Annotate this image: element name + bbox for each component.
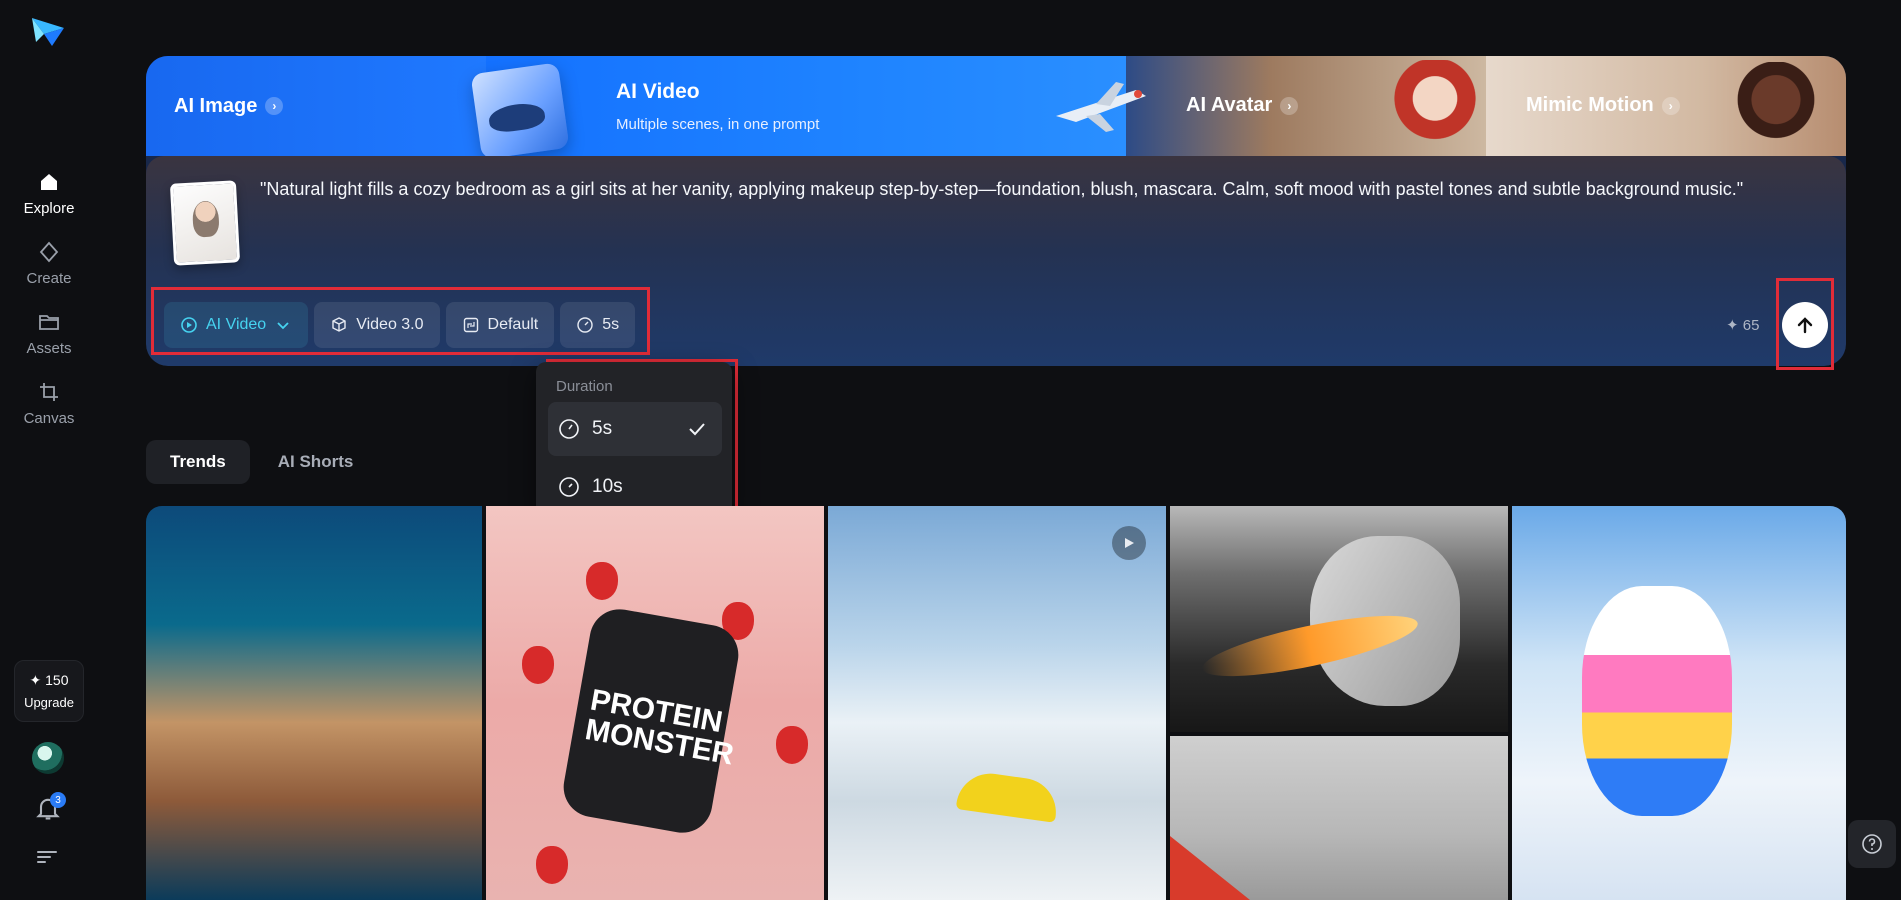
prompt-panel: "Natural light fills a cozy bedroom as a…	[146, 156, 1846, 366]
tab-trends[interactable]: Trends	[146, 440, 250, 484]
duration-dropdown-header: Duration	[556, 378, 613, 395]
mimic-motion-illustration	[1736, 62, 1816, 156]
mode-select[interactable]: AI Video	[164, 302, 309, 348]
duration-select[interactable]: 5s	[560, 302, 636, 348]
home-icon	[41, 173, 57, 190]
tab-ai-video-label: AI Video	[616, 80, 700, 103]
video-mode-icon	[181, 317, 197, 333]
clock-icon	[559, 477, 579, 497]
gallery-tile-paraglider[interactable]	[828, 506, 1166, 900]
sidebar-item-explore[interactable]: Explore	[0, 158, 98, 228]
ratio-select[interactable]: Default	[445, 302, 555, 348]
reference-image-thumbnail[interactable]	[169, 180, 241, 266]
gallery-tile-dancer[interactable]	[1170, 736, 1508, 900]
tab-ai-image[interactable]: AI Image ›	[146, 56, 486, 156]
notification-badge: 3	[50, 792, 66, 808]
upgrade-button[interactable]: ✦ 150 Upgrade	[14, 660, 84, 722]
airplane-illustration	[1056, 82, 1146, 132]
ratio-select-label: Default	[487, 316, 539, 333]
feature-tabs: AI Image › AI Video Multiple scenes, in …	[146, 56, 1846, 160]
sidebar-item-label: Explore	[23, 199, 75, 217]
question-icon	[1862, 834, 1882, 854]
help-button[interactable]	[1848, 820, 1896, 868]
upgrade-label: Upgrade	[24, 695, 74, 710]
jar-label-text: PROTEIN MONSTER	[582, 683, 737, 772]
gallery-tile-underwater-ruins[interactable]	[146, 506, 482, 900]
gallery-tile-statue[interactable]	[1170, 506, 1508, 732]
credits-balance: ✦ 150	[29, 672, 69, 688]
model-select-label: Video 3.0	[356, 316, 424, 333]
duration-select-label: 5s	[602, 316, 620, 333]
diamond-icon	[39, 241, 59, 262]
menu-icon[interactable]	[36, 848, 58, 866]
aspect-ratio-icon	[463, 317, 478, 333]
play-icon[interactable]	[1112, 526, 1146, 560]
hero-banner: AI Image › AI Video Multiple scenes, in …	[146, 56, 1846, 366]
sidebar-item-label: Canvas	[23, 409, 75, 427]
tab-ai-video-subtitle: Multiple scenes, in one prompt	[616, 116, 820, 133]
gallery-tile-protein-jar[interactable]: PROTEIN MONSTER	[486, 506, 824, 900]
duration-dropdown: Duration 5s 10s	[536, 362, 732, 516]
sidebar-nav: Explore Create Assets Canvas	[0, 158, 98, 438]
ai-video-illustration	[470, 62, 570, 160]
arrow-up-icon	[1797, 317, 1813, 334]
app-logo-icon[interactable]	[30, 14, 66, 48]
crop-icon	[40, 382, 58, 401]
tab-mimic-motion-label: Mimic Motion	[1526, 94, 1654, 116]
gallery-tile-polar-bear[interactable]	[1512, 506, 1846, 900]
sidebar-item-label: Assets	[26, 339, 72, 357]
chevron-down-icon	[277, 322, 289, 330]
left-sidebar: Explore Create Assets Canvas ✦ 150 Upgra…	[0, 0, 98, 900]
generate-button[interactable]	[1782, 302, 1828, 348]
ai-avatar-illustration	[1390, 60, 1480, 156]
mode-select-label: AI Video	[206, 316, 267, 333]
sidebar-item-label: Create	[26, 269, 72, 287]
tab-ai-avatar-label: AI Avatar	[1186, 94, 1273, 116]
folder-icon	[39, 314, 59, 330]
tab-ai-shorts[interactable]: AI Shorts	[254, 440, 378, 484]
duration-option-label: 5s	[592, 418, 613, 439]
protein-jar-illustration: PROTEIN MONSTER	[558, 604, 744, 838]
chevron-right-icon: ›	[1280, 96, 1299, 115]
sidebar-item-assets[interactable]: Assets	[0, 298, 98, 368]
user-avatar[interactable]	[32, 742, 64, 774]
content-tabs: Trends AI Shorts	[146, 440, 377, 484]
clock-icon	[559, 419, 579, 439]
sidebar-item-canvas[interactable]: Canvas	[0, 368, 98, 438]
duration-option-label: 10s	[592, 476, 623, 497]
sidebar-item-create[interactable]: Create	[0, 228, 98, 298]
chevron-right-icon: ›	[265, 97, 284, 115]
duration-option-5s[interactable]: 5s	[548, 402, 722, 456]
trends-gallery: PROTEIN MONSTER	[146, 506, 1846, 900]
model-select[interactable]: Video 3.0	[314, 302, 440, 348]
cube-icon	[332, 317, 346, 332]
prompt-input[interactable]: "Natural light fills a cozy bedroom as a…	[260, 176, 1800, 202]
tab-ai-image-label: AI Image	[174, 94, 258, 117]
checkmark-icon	[689, 423, 705, 436]
generation-cost: ✦ 65	[1726, 317, 1760, 334]
clock-icon	[577, 317, 593, 333]
chevron-right-icon: ›	[1661, 96, 1680, 115]
prompt-toolbar: AI Video Video 3.0 Default 5s	[164, 302, 636, 348]
